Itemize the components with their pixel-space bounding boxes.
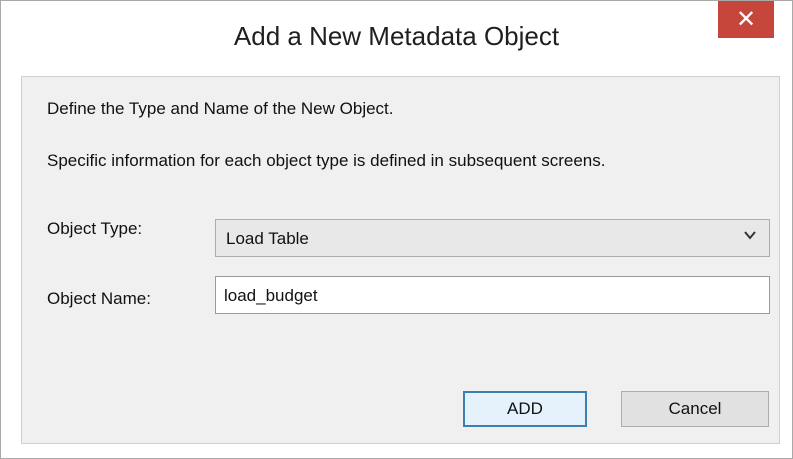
- title-bar: Add a New Metadata Object ✕: [1, 1, 792, 73]
- dialog-window: Add a New Metadata Object ✕ Define the T…: [0, 0, 793, 459]
- cancel-button[interactable]: Cancel: [621, 391, 769, 427]
- object-type-select[interactable]: Load Table: [215, 219, 770, 257]
- info-text: Specific information for each object typ…: [47, 151, 606, 170]
- object-type-value: Load Table: [226, 229, 309, 248]
- object-name-value: load_budget: [224, 286, 318, 305]
- instruction-text: Define the Type and Name of the New Obje…: [47, 99, 394, 118]
- object-name-input[interactable]: load_budget: [215, 276, 770, 314]
- dialog-panel: Define the Type and Name of the New Obje…: [21, 76, 780, 444]
- close-button[interactable]: ✕: [718, 1, 774, 38]
- object-type-label: Object Type:: [47, 219, 143, 238]
- dialog-title: Add a New Metadata Object: [233, 21, 560, 51]
- chevron-down-icon: [743, 228, 757, 247]
- close-icon: ✕: [735, 6, 757, 33]
- add-button[interactable]: ADD: [463, 391, 587, 427]
- object-name-label: Object Name:: [47, 289, 151, 308]
